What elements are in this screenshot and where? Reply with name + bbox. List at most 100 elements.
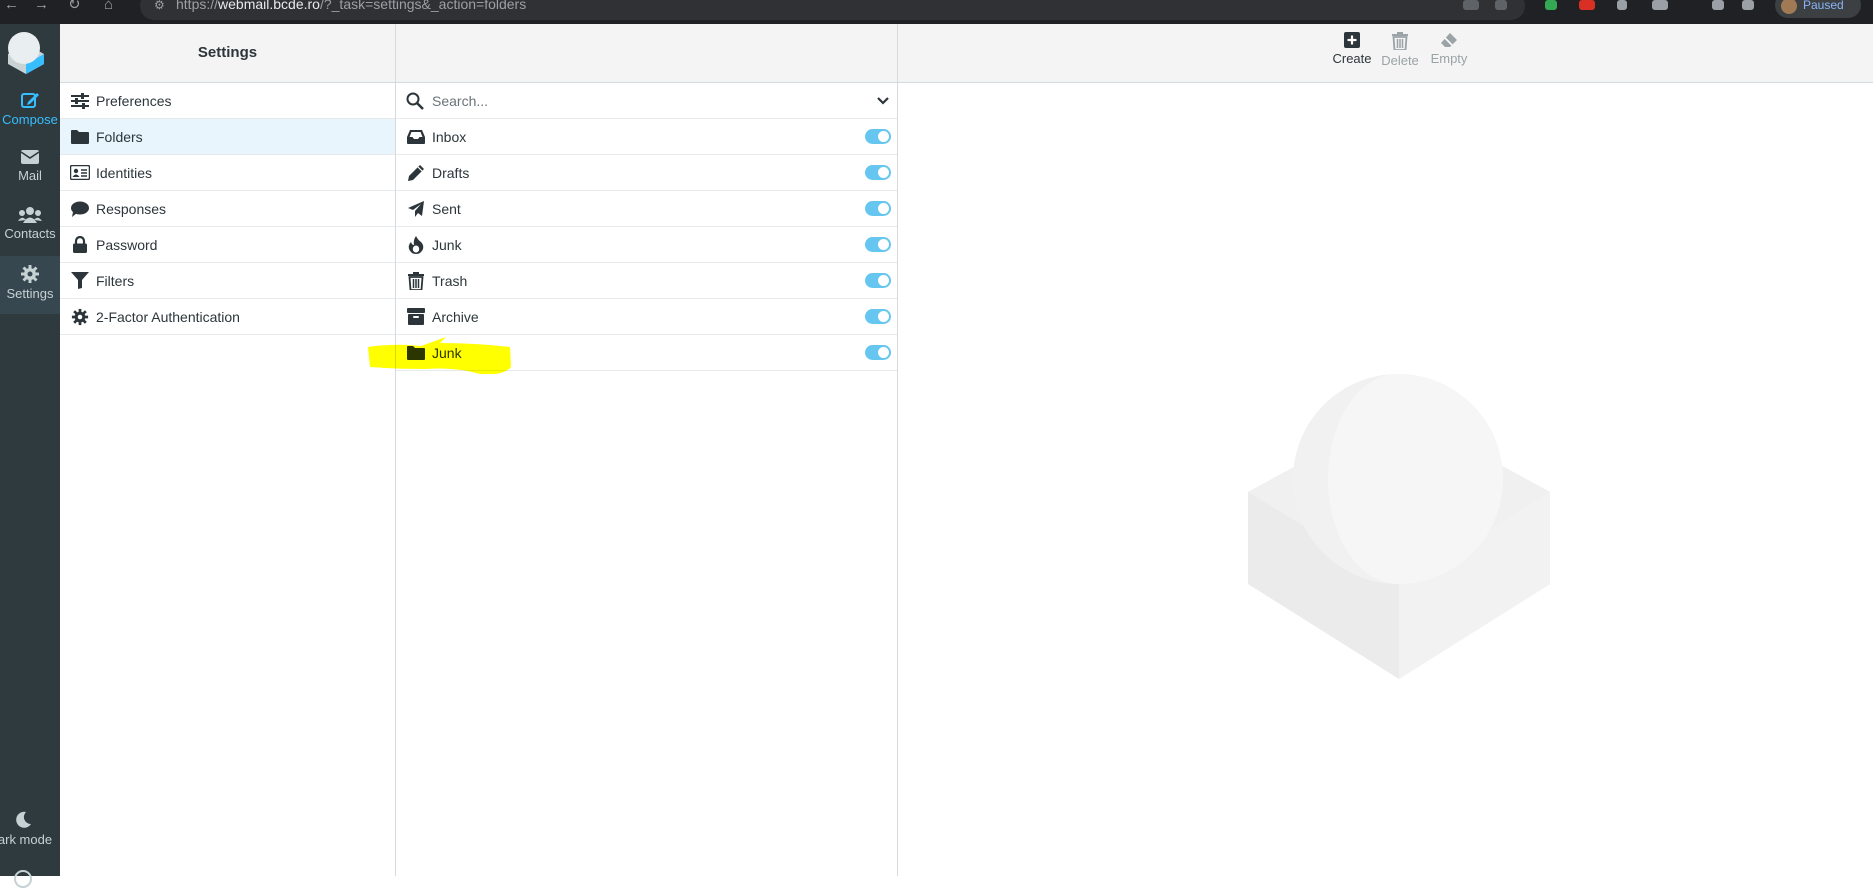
roundcube-watermark-icon	[1248, 374, 1550, 679]
settings-item-folders[interactable]: Folders	[60, 119, 395, 155]
toggle-knob	[878, 347, 889, 358]
filter-icon	[70, 272, 90, 289]
settings-item-responses[interactable]: Responses	[60, 191, 395, 227]
settings-item-label: Folders	[96, 128, 143, 145]
folder-search-input[interactable]	[430, 91, 834, 110]
search-icon	[406, 92, 424, 110]
extension-icon[interactable]	[1617, 0, 1627, 10]
media-icon[interactable]	[1712, 0, 1724, 10]
nav-compose-label: Compose	[2, 112, 58, 127]
site-info-icon[interactable]: ⚙	[154, 0, 165, 12]
folder-row-archive[interactable]: Archive	[396, 299, 897, 335]
nav-dark-mode[interactable]: ark mode	[0, 810, 60, 866]
paper-plane-icon	[406, 200, 426, 218]
settings-item-identities[interactable]: Identities	[60, 155, 395, 191]
nav-contacts[interactable]: Contacts	[0, 206, 60, 262]
settings-item-2fa[interactable]: 2-Factor Authentication	[60, 299, 395, 335]
pencil-icon	[406, 164, 426, 182]
subscribe-toggle[interactable]	[865, 201, 891, 216]
nav-mail-label: Mail	[18, 168, 42, 183]
url-path: /?_task=settings&_action=folders	[319, 0, 527, 12]
folder-label: Junk	[432, 236, 462, 253]
nav-compose[interactable]: Compose	[0, 90, 60, 146]
inbox-icon	[406, 129, 426, 144]
side-panel-icon[interactable]	[1742, 0, 1754, 10]
folder-row-junk-custom[interactable]: Junk	[396, 335, 897, 371]
create-button[interactable]: Create	[1330, 32, 1374, 66]
avatar	[1781, 0, 1797, 14]
address-bar[interactable]: ⚙ https://webmail.bcde.ro/?_task=setting…	[140, 0, 1525, 20]
subscribe-toggle[interactable]	[865, 129, 891, 144]
toggle-knob	[878, 311, 889, 322]
folders-header	[396, 24, 897, 83]
folder-toolbar: Create Delete Empty	[898, 24, 1873, 83]
comment-icon	[70, 201, 90, 217]
settings-item-label: 2-Factor Authentication	[96, 308, 240, 325]
moon-icon	[16, 811, 31, 828]
chevron-down-icon[interactable]	[877, 93, 889, 111]
home-icon[interactable]: ⌂	[104, 0, 113, 12]
folder-row-trash[interactable]: Trash	[396, 263, 897, 299]
url-prefix: https://	[176, 0, 219, 12]
subscribe-toggle[interactable]	[865, 309, 891, 324]
toggle-knob	[878, 203, 889, 214]
subscribe-toggle[interactable]	[865, 273, 891, 288]
profile-status: Paused	[1803, 0, 1844, 12]
settings-item-label: Preferences	[96, 92, 172, 109]
folder-label: Sent	[432, 200, 461, 217]
folder-search-bar	[396, 83, 897, 119]
content-pane: Create Delete Empty	[898, 24, 1873, 876]
nav-contacts-label: Contacts	[4, 226, 56, 241]
folder-row-sent[interactable]: Sent	[396, 191, 897, 227]
eraser-icon	[1441, 33, 1457, 47]
fire-icon	[406, 235, 426, 254]
nav-mail[interactable]: Mail	[0, 148, 60, 204]
envelope-icon	[20, 150, 40, 164]
nav-settings[interactable]: Settings	[0, 256, 60, 314]
settings-item-label: Identities	[96, 164, 153, 181]
create-label: Create	[1332, 51, 1372, 66]
roundcube-logo-icon	[8, 32, 44, 74]
settings-item-label: Responses	[96, 200, 167, 217]
url-domain: webmail.bcde.ro	[218, 0, 320, 12]
nav-dark-mode-label: ark mode	[0, 832, 53, 847]
delete-button[interactable]: Delete	[1378, 32, 1422, 68]
folder-row-drafts[interactable]: Drafts	[396, 155, 897, 191]
url-text: https://webmail.bcde.ro/?_task=settings&…	[176, 0, 526, 12]
subscribe-toggle[interactable]	[865, 237, 891, 252]
settings-header: Settings	[60, 24, 395, 83]
settings-item-password[interactable]: Password	[60, 227, 395, 263]
toggle-knob	[878, 275, 889, 286]
folder-row-junk[interactable]: Junk	[396, 227, 897, 263]
profile-button[interactable]: Paused	[1775, 0, 1861, 18]
back-icon[interactable]: ←	[4, 0, 19, 12]
extension-badge-icon[interactable]	[1579, 0, 1595, 10]
trash-icon	[1392, 32, 1408, 50]
reload-icon[interactable]: ↻	[68, 0, 81, 12]
folder-icon	[70, 129, 90, 144]
extensions-puzzle-icon[interactable]	[1652, 0, 1668, 10]
gear-icon	[21, 265, 39, 283]
bookmark-star-icon[interactable]	[1495, 0, 1507, 10]
empty-button[interactable]: Empty	[1427, 32, 1471, 66]
delete-label: Delete	[1381, 53, 1419, 68]
translate-icon[interactable]	[1463, 0, 1479, 10]
forward-icon[interactable]: →	[34, 0, 49, 12]
settings-item-preferences[interactable]: Preferences	[60, 83, 395, 119]
toggle-knob	[878, 239, 889, 250]
settings-panel: Settings Preferences Folders Identities …	[60, 24, 396, 876]
left-navigation: Compose Mail Contacts Settings ark mode	[0, 24, 60, 888]
plus-square-icon	[1344, 32, 1360, 48]
folder-label: Inbox	[432, 128, 467, 145]
extension-shield-icon[interactable]	[1545, 0, 1557, 10]
folders-panel: Inbox Drafts Sent Junk Trash Archive	[396, 24, 898, 876]
nav-settings-label: Settings	[6, 286, 54, 301]
folder-row-inbox[interactable]: Inbox	[396, 119, 897, 155]
users-icon	[18, 207, 42, 223]
about-icon[interactable]	[14, 870, 32, 888]
compose-icon	[21, 93, 39, 108]
trash-icon	[406, 271, 426, 290]
subscribe-toggle[interactable]	[865, 345, 891, 360]
settings-item-filters[interactable]: Filters	[60, 263, 395, 299]
subscribe-toggle[interactable]	[865, 165, 891, 180]
